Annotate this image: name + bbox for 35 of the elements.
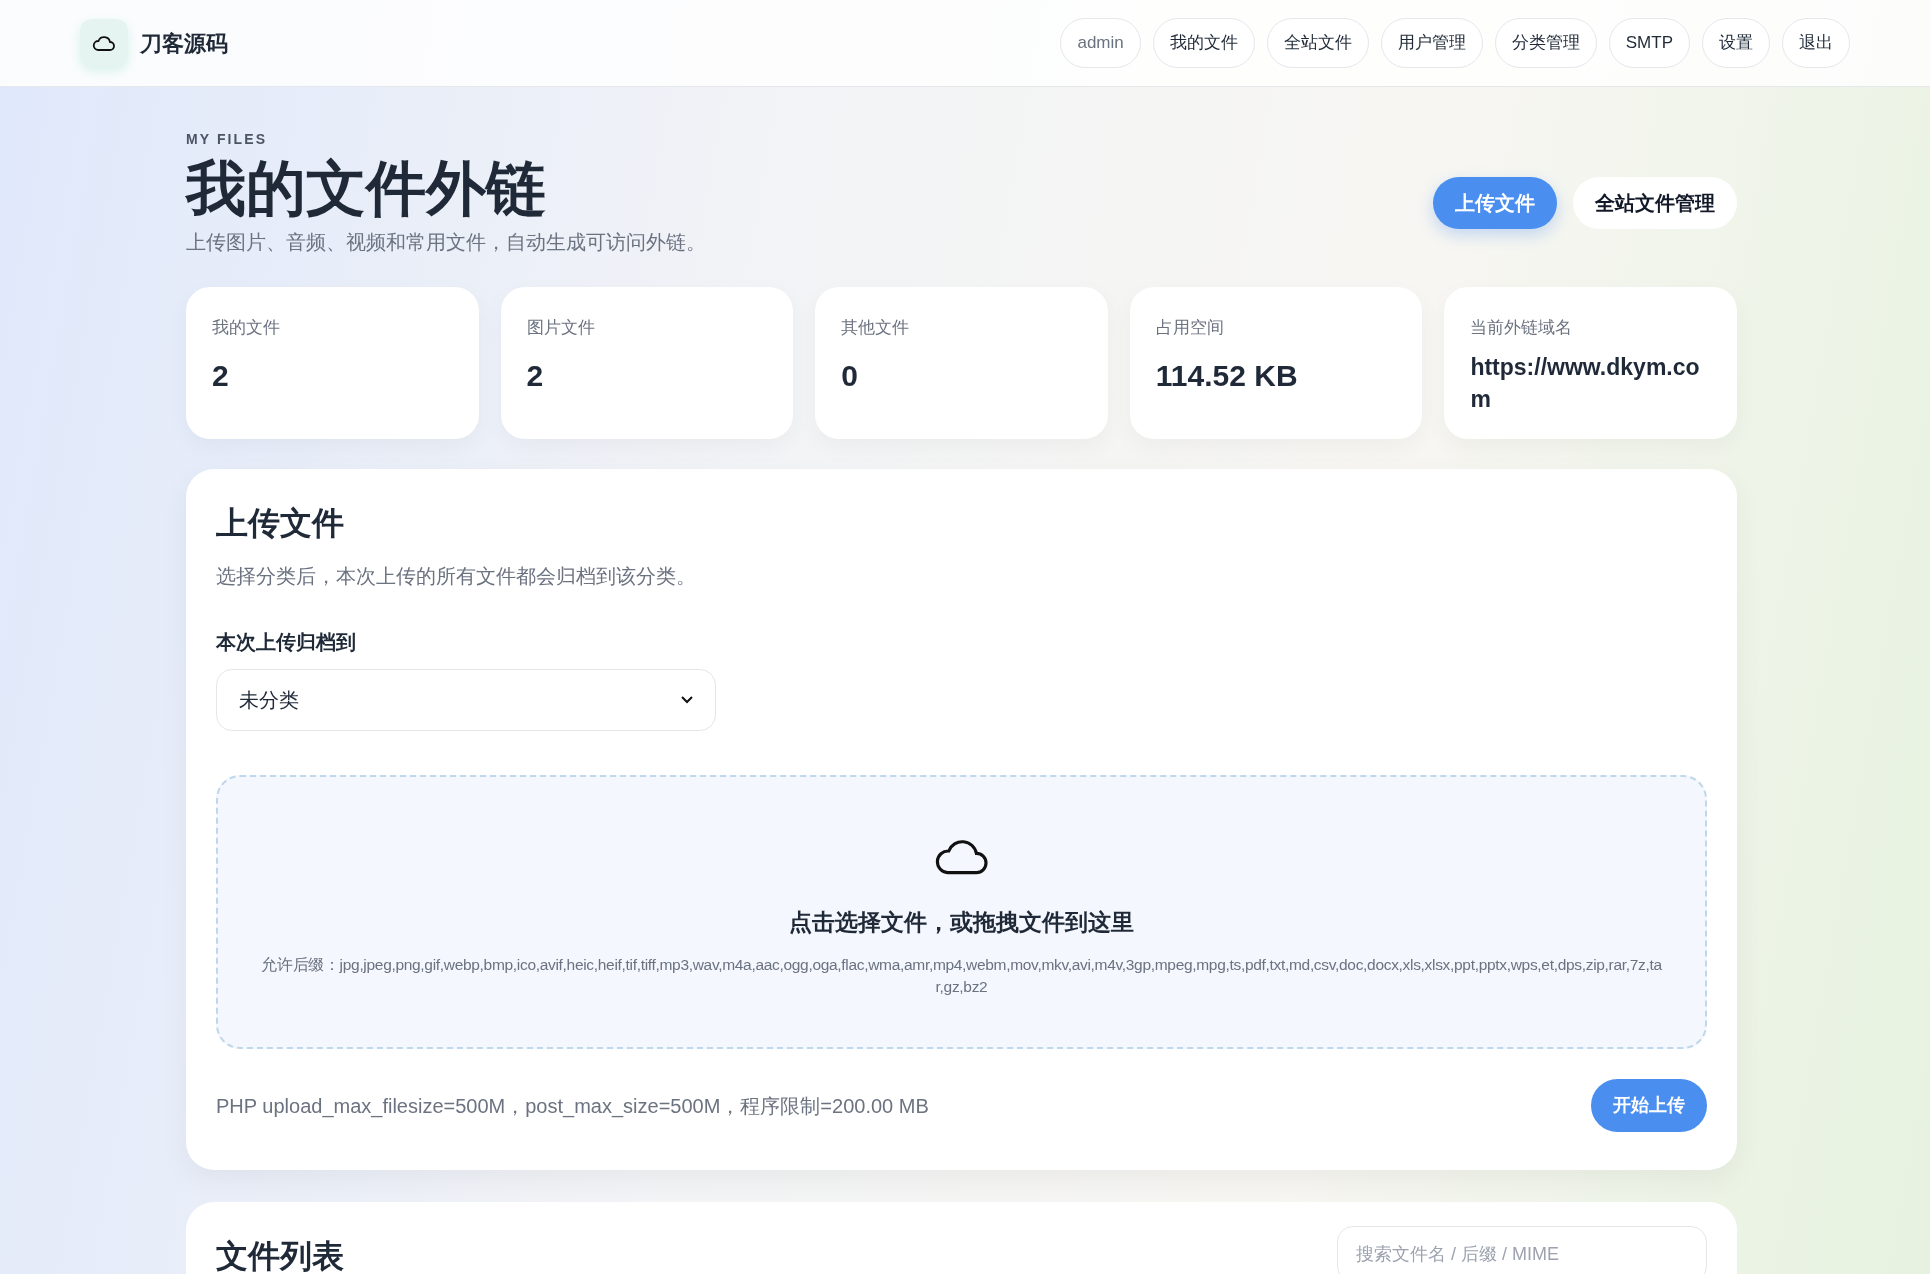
page-subtitle: 上传图片、音频、视频和常用文件，自动生成可访问外链。 bbox=[186, 230, 706, 255]
brand-name: 刀客源码 bbox=[140, 29, 228, 58]
dropzone-title: 点击选择文件，或拖拽文件到这里 bbox=[789, 908, 1134, 937]
field-label: 本次上传归档到 bbox=[216, 630, 357, 655]
stat-label: 其他文件 bbox=[841, 317, 911, 339]
section-title: 上传文件 bbox=[216, 504, 345, 543]
nav-link[interactable]: 全站文件 bbox=[1266, 18, 1369, 68]
search-field[interactable]: 搜索文件名 / 后缀 / MIME bbox=[1337, 1226, 1707, 1274]
stat-value: 2 bbox=[526, 357, 545, 394]
nav-link[interactable]: 设置 bbox=[1702, 18, 1770, 68]
nav-link[interactable]: 退出 bbox=[1782, 18, 1850, 68]
nav-link[interactable]: 用户管理 bbox=[1380, 18, 1483, 68]
allowed-extensions: 允许后缀：jpg,jpeg,png,gif,webp,bmp,ico,avif,heic,heif,tif,tiff,mp3,wav,m4a,aac,ogg,oga,flac,wma,amr,mp4,webm,mov,mkv,avi,m4v,3gp,mpeg,mpg,ts,pdf,txt,md,csv,doc,docx,xls,xlsx,ppt,pptx,wps,et,dps,zip,rar,7z,tar,gz,bz2 bbox=[260, 954, 1663, 997]
cloud-icon bbox=[92, 35, 116, 51]
stat-value: 0 bbox=[841, 357, 859, 394]
dropzone[interactable] bbox=[216, 775, 1707, 1049]
chevron-down-icon bbox=[681, 696, 693, 704]
manage-files-button[interactable]: 全站文件管理 bbox=[1573, 177, 1737, 229]
nav-link[interactable]: 我的文件 bbox=[1152, 18, 1255, 68]
category-select[interactable]: 未分类 bbox=[216, 669, 716, 731]
page-title: 我的文件外链 bbox=[186, 154, 547, 223]
section-title: 文件列表 bbox=[216, 1237, 344, 1274]
stat-label: 占用空间 bbox=[1155, 317, 1225, 339]
user-chip[interactable]: admin bbox=[1060, 18, 1141, 68]
nav-link[interactable]: 分类管理 bbox=[1494, 18, 1597, 68]
stat-value: 114.52 KB bbox=[1155, 357, 1299, 394]
stat-value: https://www.dkym.com bbox=[1470, 352, 1701, 414]
stat-label: 当前外链域名 bbox=[1470, 317, 1574, 339]
nav-link[interactable]: SMTP bbox=[1608, 18, 1690, 68]
upload-limits: PHP upload_max_filesize=500M，post_max_size=500M，程序限制=200.00 MB bbox=[216, 1093, 929, 1120]
stat-label: 我的文件 bbox=[212, 317, 281, 339]
stat-label: 图片文件 bbox=[526, 317, 596, 339]
eyebrow-label: MY FILES bbox=[186, 130, 269, 149]
section-description: 选择分类后，本次上传的所有文件都会归档到该分类。 bbox=[216, 564, 697, 589]
stat-value: 2 bbox=[212, 357, 230, 394]
